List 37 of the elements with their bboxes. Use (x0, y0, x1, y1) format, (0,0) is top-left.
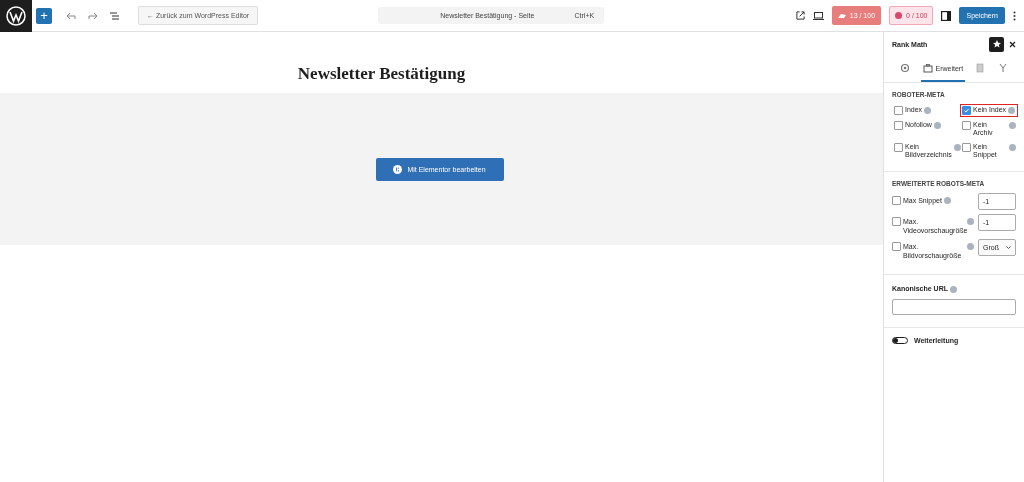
checkbox[interactable] (962, 143, 971, 152)
help-icon[interactable] (967, 217, 974, 225)
redo-icon[interactable] (88, 11, 98, 20)
logo-icon (393, 165, 403, 174)
more-options-icon[interactable] (1013, 10, 1016, 21)
laptop-icon[interactable] (812, 11, 824, 20)
checkbox[interactable] (892, 242, 901, 251)
star-icon (992, 40, 1001, 48)
checkbox[interactable] (894, 106, 903, 115)
document-icon (975, 63, 986, 73)
close-icon[interactable] (1009, 40, 1016, 48)
list-view-icon[interactable] (110, 11, 120, 20)
checkbox[interactable] (962, 121, 971, 130)
help-icon[interactable] (953, 143, 961, 151)
star-button[interactable] (989, 36, 1004, 52)
external-link-icon[interactable] (795, 11, 805, 20)
checkbox[interactable] (962, 106, 971, 115)
help-icon[interactable] (1009, 143, 1016, 151)
checkbox[interactable] (894, 121, 903, 130)
page-title: Newsletter Bestätigung (297, 62, 466, 84)
wordpress-logo[interactable] (0, 0, 32, 32)
help-icon[interactable] (950, 285, 957, 293)
add-block-button[interactable]: + (36, 7, 52, 24)
checkmark-icon (964, 108, 969, 113)
help-icon[interactable] (967, 242, 974, 250)
checkbox[interactable] (894, 143, 903, 152)
chevron-down-icon (1006, 246, 1011, 249)
undo-icon[interactable] (66, 11, 76, 20)
checkbox[interactable] (892, 196, 901, 205)
gear-icon (900, 63, 911, 73)
toolbox-icon (922, 63, 933, 73)
branch-icon (997, 63, 1008, 73)
sidebar-toggle-icon[interactable] (941, 10, 952, 21)
checkbox[interactable] (892, 217, 901, 226)
help-icon[interactable] (943, 196, 951, 204)
canonical-url-field[interactable] (892, 298, 1016, 315)
circle-icon (895, 12, 903, 19)
